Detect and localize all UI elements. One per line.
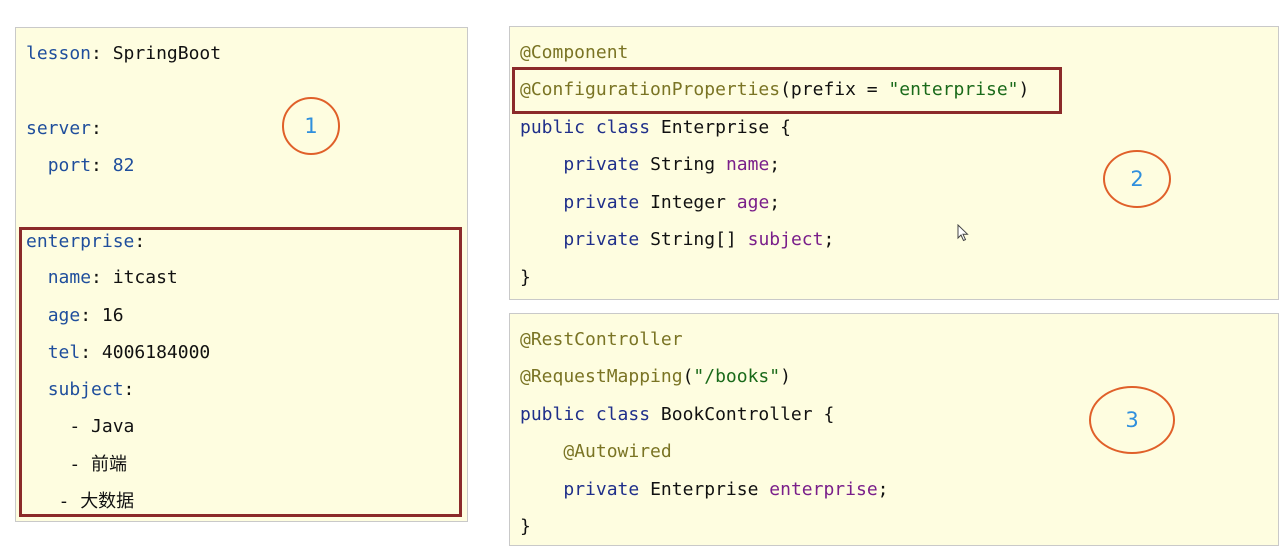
code-line-class-decl: public class Enterprise { — [520, 117, 791, 138]
code-line-field-name: private String name; — [563, 154, 781, 175]
yaml-line-lesson: lesson: SpringBoot — [26, 43, 222, 64]
mouse-pointer-icon — [957, 224, 969, 242]
code-line-close-brace: } — [520, 267, 531, 288]
code-line-rest-controller: @RestController — [520, 329, 683, 350]
configuration-properties-highlight-box — [512, 67, 1062, 114]
code-line-field-age: private Integer age; — [563, 192, 781, 213]
code-line-close-brace: } — [520, 516, 531, 537]
code-line-autowired: @Autowired — [563, 441, 672, 462]
code-line-class-decl: public class BookController { — [520, 404, 835, 425]
yaml-line-server: server: — [26, 118, 102, 139]
step-badge-1: 1 — [282, 97, 340, 155]
code-line-enterprise-field: private Enterprise enterprise; — [563, 479, 889, 500]
step-badge-2: 2 — [1103, 150, 1171, 208]
code-line-request-mapping: @RequestMapping("/books") — [520, 366, 791, 387]
enterprise-highlight-box — [19, 227, 462, 517]
code-line-field-subject: private String[] subject; — [563, 229, 835, 250]
yaml-line-port: port: 82 — [47, 155, 135, 176]
step-badge-3: 3 — [1089, 386, 1175, 454]
code-line-component: @Component — [520, 42, 629, 63]
